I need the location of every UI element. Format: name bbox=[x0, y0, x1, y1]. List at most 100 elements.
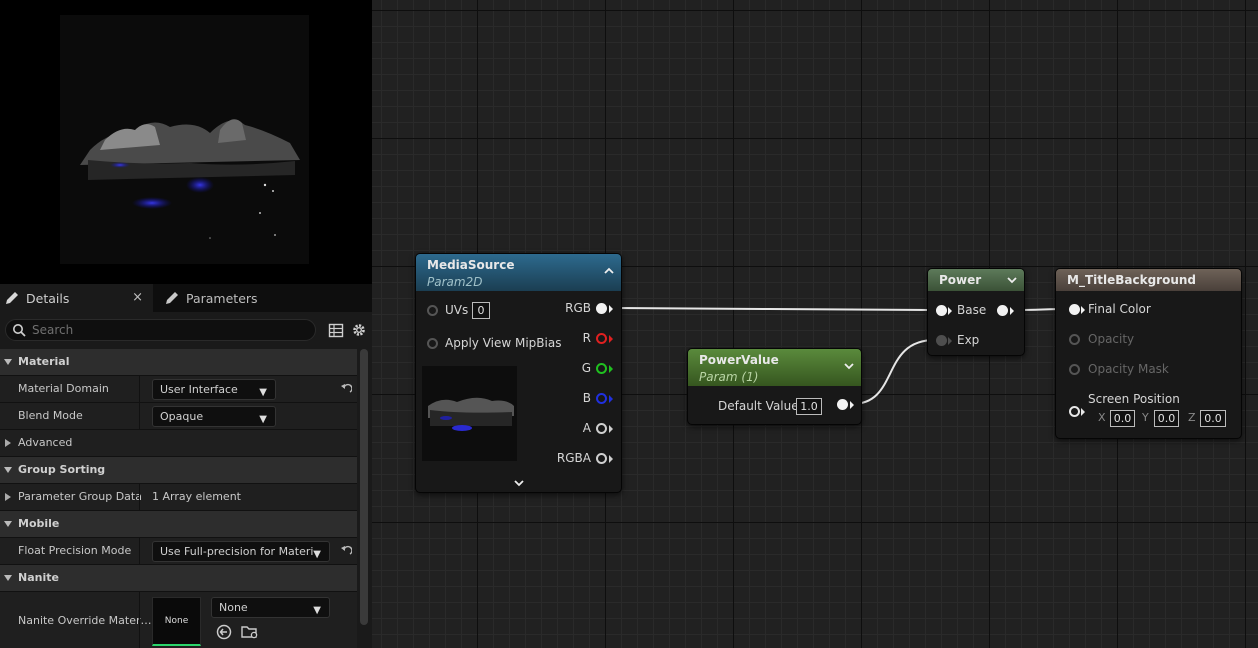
screen-position-input-pin[interactable] bbox=[1069, 406, 1080, 417]
expand-triangle-icon bbox=[4, 359, 12, 365]
opacity-input-pin[interactable] bbox=[1069, 334, 1080, 345]
pin-arrow-icon bbox=[609, 455, 613, 463]
node-power-value[interactable]: PowerValue Param (1) Default Value 1.0 bbox=[687, 348, 862, 425]
uvs-input-pin[interactable] bbox=[427, 305, 438, 316]
rgb-output-pin[interactable] bbox=[596, 303, 607, 314]
category-group-sorting[interactable]: Group Sorting bbox=[0, 457, 357, 484]
final-color-label: Final Color bbox=[1088, 302, 1151, 316]
search-row bbox=[0, 312, 372, 348]
collapse-triangle-icon bbox=[5, 493, 11, 501]
column-divider bbox=[139, 538, 140, 564]
category-mobile[interactable]: Mobile bbox=[0, 511, 357, 538]
pin-arrow-icon bbox=[948, 307, 952, 315]
pin-arrow-icon bbox=[609, 425, 613, 433]
node-header[interactable]: MediaSource Param2D bbox=[416, 254, 621, 291]
collapse-triangle-icon bbox=[5, 439, 11, 447]
node-material-output[interactable]: M_TitleBackground Final Color Opacity Op… bbox=[1055, 268, 1242, 439]
b-label: B bbox=[582, 391, 591, 405]
blend-mode-label: Blend Mode bbox=[18, 409, 83, 422]
default-value-field[interactable]: 1.0 bbox=[796, 398, 822, 415]
node-header[interactable]: PowerValue Param (1) bbox=[688, 349, 861, 386]
node-power[interactable]: Power Base Exp bbox=[927, 268, 1025, 356]
close-icon[interactable]: × bbox=[132, 290, 143, 305]
node-header[interactable]: Power bbox=[928, 269, 1024, 291]
chevron-up-icon[interactable] bbox=[603, 266, 615, 276]
power-value-output-pin[interactable] bbox=[837, 399, 848, 410]
tab-parameters[interactable]: Parameters bbox=[160, 284, 300, 312]
material-domain-value: User Interface bbox=[160, 383, 238, 396]
x-field[interactable]: 0.0 bbox=[1110, 410, 1135, 427]
browse-folder-icon[interactable] bbox=[241, 624, 259, 640]
g-label: G bbox=[581, 361, 591, 375]
g-output-pin[interactable] bbox=[596, 363, 607, 374]
r-output-pin[interactable] bbox=[596, 333, 607, 344]
expand-triangle-icon bbox=[4, 521, 12, 527]
power-output-pin[interactable] bbox=[997, 305, 1008, 316]
float-precision-value: Use Full-precision for Materi bbox=[160, 545, 314, 558]
b-output-pin[interactable] bbox=[596, 393, 607, 404]
exp-input-pin[interactable] bbox=[936, 335, 947, 346]
column-divider bbox=[139, 376, 140, 402]
screen-position-label: Screen Position bbox=[1088, 392, 1180, 406]
chevron-down-icon[interactable] bbox=[513, 478, 525, 488]
property-advanced[interactable]: Advanced bbox=[0, 430, 357, 457]
y-field[interactable]: 0.0 bbox=[1154, 410, 1179, 427]
uvs-value[interactable]: 0 bbox=[472, 302, 490, 319]
mipbias-label: Apply View MipBias bbox=[445, 336, 562, 350]
gear-icon[interactable] bbox=[351, 322, 369, 340]
category-material[interactable]: Material bbox=[0, 349, 357, 376]
blend-mode-dropdown[interactable]: Opaque ▼ bbox=[152, 406, 276, 427]
base-label: Base bbox=[957, 303, 987, 317]
y-label: Y bbox=[1142, 411, 1149, 424]
chevron-down-icon: ▼ bbox=[259, 387, 267, 398]
x-label: X bbox=[1098, 411, 1106, 424]
pin-arrow-icon bbox=[1081, 306, 1085, 314]
nanite-override-dropdown[interactable]: None ▼ bbox=[211, 597, 330, 618]
rgba-label: RGBA bbox=[556, 451, 591, 465]
node-header[interactable]: M_TitleBackground bbox=[1056, 269, 1241, 291]
material-domain-dropdown[interactable]: User Interface ▼ bbox=[152, 379, 276, 400]
material-preview-viewport[interactable] bbox=[0, 0, 372, 284]
pin-arrow-icon bbox=[609, 365, 613, 373]
details-scrollbar[interactable] bbox=[360, 349, 368, 625]
table-view-icon[interactable] bbox=[328, 322, 346, 340]
chevron-down-icon: ▼ bbox=[313, 605, 321, 616]
base-input-pin[interactable] bbox=[936, 305, 947, 316]
uvs-label: UVs bbox=[445, 303, 469, 317]
chevron-down-icon[interactable] bbox=[1006, 275, 1018, 285]
mipbias-input-pin[interactable] bbox=[427, 338, 438, 349]
node-title: PowerValue bbox=[699, 353, 779, 367]
pencil-icon bbox=[166, 292, 178, 304]
pin-arrow-icon bbox=[1010, 307, 1014, 315]
use-selected-asset-icon[interactable] bbox=[216, 624, 232, 640]
pencil-icon bbox=[6, 292, 18, 304]
category-nanite[interactable]: Nanite bbox=[0, 565, 357, 592]
category-mobile-label: Mobile bbox=[18, 517, 60, 530]
reset-arrow-icon[interactable] bbox=[340, 545, 352, 557]
category-group-sorting-label: Group Sorting bbox=[18, 463, 106, 476]
default-value-label: Default Value bbox=[718, 399, 799, 413]
chevron-down-icon[interactable] bbox=[843, 361, 855, 371]
pin-arrow-icon bbox=[609, 395, 613, 403]
opacity-mask-input-pin[interactable] bbox=[1069, 364, 1080, 375]
tab-details[interactable]: Details × bbox=[0, 284, 153, 312]
search-input[interactable] bbox=[32, 323, 302, 337]
asset-thumbnail[interactable]: None bbox=[152, 597, 201, 646]
reset-arrow-icon[interactable] bbox=[340, 383, 352, 395]
z-field[interactable]: 0.0 bbox=[1200, 410, 1226, 427]
final-color-input-pin[interactable] bbox=[1069, 304, 1080, 315]
property-parameter-group-data[interactable]: Parameter Group Data 1 Array element bbox=[0, 484, 357, 511]
node-media-source[interactable]: MediaSource Param2D UVs 0 Apply View Mip… bbox=[415, 253, 622, 493]
opacity-label: Opacity bbox=[1088, 332, 1135, 346]
rgba-output-pin[interactable] bbox=[596, 453, 607, 464]
details-property-list: Material Material Domain User Interface … bbox=[0, 349, 357, 648]
search-box[interactable] bbox=[5, 319, 316, 341]
rgb-label: RGB bbox=[565, 301, 591, 315]
blend-mode-value: Opaque bbox=[160, 410, 204, 423]
exp-label: Exp bbox=[957, 333, 980, 347]
a-output-pin[interactable] bbox=[596, 423, 607, 434]
asset-thumbnail-label: None bbox=[164, 616, 189, 626]
pin-arrow-icon bbox=[850, 401, 854, 409]
chevron-down-icon: ▼ bbox=[259, 414, 267, 425]
float-precision-dropdown[interactable]: Use Full-precision for Materi ▼ bbox=[152, 541, 330, 562]
